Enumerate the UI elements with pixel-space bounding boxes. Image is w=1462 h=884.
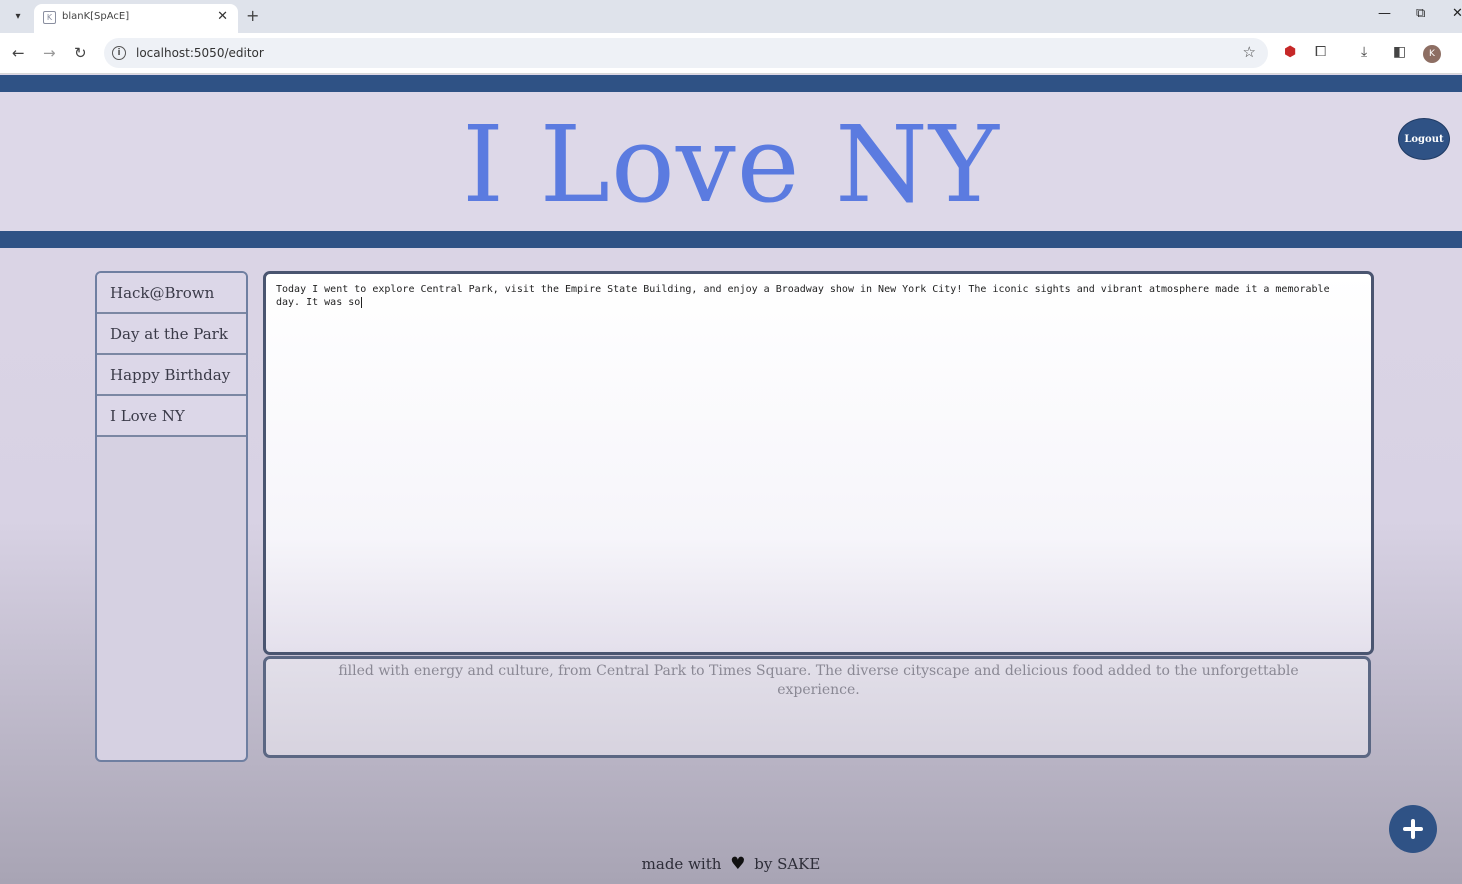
header-band-top <box>0 75 1462 92</box>
new-tab-icon[interactable]: + <box>246 6 259 25</box>
profile-avatar[interactable]: K <box>1423 45 1441 63</box>
editor-text: Today I went to explore Central Park, vi… <box>276 283 1346 309</box>
window-close-icon[interactable]: ✕ <box>1452 6 1462 21</box>
header: I Love NY Logout <box>0 92 1462 232</box>
editor-textarea[interactable]: Today I went to explore Central Park, vi… <box>263 271 1374 655</box>
ai-suggestion-box[interactable]: filled with energy and culture, from Cen… <box>263 656 1371 758</box>
plus-icon <box>1403 819 1423 839</box>
tab-search-chevron-icon[interactable]: ▾ <box>8 7 28 25</box>
logout-button[interactable]: Logout <box>1398 118 1450 160</box>
page: I Love NY Logout Hack@Brown Day at the P… <box>0 75 1462 884</box>
header-band-bottom <box>0 231 1462 248</box>
restore-icon[interactable]: ⧉ <box>1416 6 1425 21</box>
extension-shield-icon[interactable]: ⬢ <box>1284 44 1296 60</box>
text-caret <box>361 296 363 308</box>
site-info-icon[interactable]: i <box>112 46 126 60</box>
browser-tabstrip: ▾ K blanK[SpAcE] ✕ + — ⧉ ✕ <box>0 0 1462 33</box>
suggestion-text: filled with energy and culture, from Cen… <box>338 663 1299 698</box>
tab-title: blanK[SpAcE] <box>62 11 130 22</box>
footer: made with ♥ by SAKE <box>0 854 1462 874</box>
entries-sidebar: Hack@Brown Day at the Park Happy Birthda… <box>95 271 248 762</box>
download-icon[interactable]: ⤓ <box>1361 44 1367 60</box>
sidebar-item-hack-brown[interactable]: Hack@Brown <box>97 273 246 314</box>
footer-prefix: made with <box>641 855 722 873</box>
browser-tab[interactable]: K blanK[SpAcE] ✕ <box>34 4 238 33</box>
heart-icon: ♥ <box>730 854 746 874</box>
back-icon[interactable]: ← <box>12 44 25 62</box>
tab-close-icon[interactable]: ✕ <box>217 9 228 24</box>
bookmark-star-icon[interactable]: ☆ <box>1243 43 1256 61</box>
add-entry-button[interactable] <box>1389 805 1437 853</box>
reload-icon[interactable]: ↻ <box>74 44 87 62</box>
page-title: I Love NY <box>462 103 1000 226</box>
editor-content: Today I went to explore Central Park, vi… <box>276 284 1330 308</box>
address-bar[interactable]: i localhost:5050/editor ☆ <box>104 38 1268 68</box>
favicon-icon: K <box>43 11 56 24</box>
sidebar-item-i-love-ny[interactable]: I Love NY <box>97 396 246 437</box>
url-text[interactable]: localhost:5050/editor <box>136 46 264 60</box>
browser-toolbar: ← → ↻ i localhost:5050/editor ☆ ⬢ ⧠ ⤓ ◧ … <box>0 33 1462 74</box>
sidebar-item-day-at-the-park[interactable]: Day at the Park <box>97 314 246 355</box>
forward-icon[interactable]: → <box>43 44 56 62</box>
sidebar-item-happy-birthday[interactable]: Happy Birthday <box>97 355 246 396</box>
extensions-puzzle-icon[interactable]: ⧠ <box>1315 44 1326 60</box>
minimize-icon[interactable]: — <box>1378 6 1391 21</box>
footer-suffix: by SAKE <box>754 855 821 873</box>
side-panel-icon[interactable]: ◧ <box>1393 44 1406 60</box>
